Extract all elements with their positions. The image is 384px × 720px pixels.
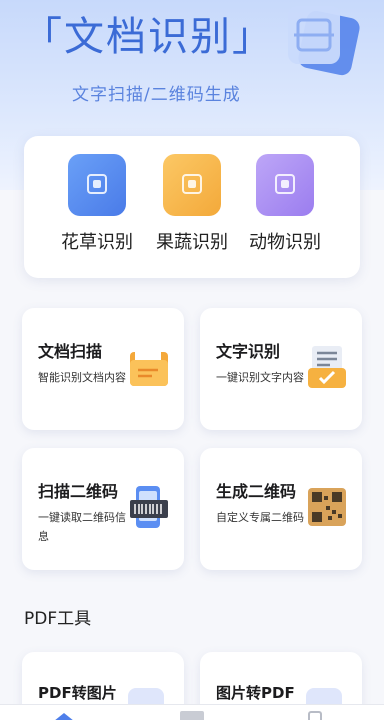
- home-tab-icon[interactable]: [52, 711, 76, 720]
- image-to-pdf-title: 图片转PDF: [216, 684, 295, 702]
- quick-recognition-card: 花草识别 果蔬识别 动物识别: [24, 136, 360, 278]
- bottom-tab-bar: [0, 704, 384, 720]
- fruit-recognition-label: 果蔬识别: [156, 232, 228, 253]
- image-to-pdf-card[interactable]: 图片转PDF: [200, 652, 362, 712]
- generate-qr-desc: 自定义专属二维码: [216, 511, 304, 524]
- text-recognition-card[interactable]: 文字识别 一键识别文字内容: [200, 308, 362, 430]
- profile-tab-icon[interactable]: [308, 711, 322, 720]
- document-scan-desc: 智能识别文档内容: [38, 371, 126, 384]
- qr-code-icon: [308, 488, 346, 526]
- phone-barcode-icon: [130, 486, 168, 528]
- document-scan-title: 文档扫描: [38, 342, 103, 361]
- folder-document-icon: [130, 348, 168, 386]
- flower-recognition-button[interactable]: 花草识别: [52, 154, 142, 264]
- flower-recognition-label: 花草识别: [61, 232, 133, 253]
- hero-subtitle: 文字扫描/二维码生成: [72, 85, 241, 105]
- pdf-to-image-title: PDF转图片: [38, 684, 117, 702]
- text-recognition-icon: [308, 346, 346, 388]
- pdf-tools-heading: PDF工具: [24, 609, 92, 629]
- scan-qr-card[interactable]: 扫描二维码 一键读取二维码信息: [22, 448, 184, 570]
- fruit-scan-icon: [163, 154, 221, 216]
- fruit-recognition-button[interactable]: 果蔬识别: [147, 154, 237, 264]
- animal-recognition-label: 动物识别: [249, 232, 321, 253]
- document-scan-icon: [288, 6, 360, 76]
- tools-tab-icon[interactable]: [180, 711, 204, 720]
- animal-scan-icon: [256, 154, 314, 216]
- generate-qr-title: 生成二维码: [216, 482, 297, 501]
- scan-qr-title: 扫描二维码: [38, 482, 119, 501]
- generate-qr-card[interactable]: 生成二维码 自定义专属二维码: [200, 448, 362, 570]
- text-recognition-desc: 一键识别文字内容: [216, 371, 304, 384]
- flower-scan-icon: [68, 154, 126, 216]
- document-scan-card[interactable]: 文档扫描 智能识别文档内容: [22, 308, 184, 430]
- animal-recognition-button[interactable]: 动物识别: [240, 154, 330, 264]
- hero-title: 「文档识别」: [22, 14, 274, 60]
- scan-qr-desc: 一键读取二维码信息: [38, 511, 126, 543]
- text-recognition-title: 文字识别: [216, 342, 281, 361]
- pdf-to-image-card[interactable]: PDF转图片: [22, 652, 184, 712]
